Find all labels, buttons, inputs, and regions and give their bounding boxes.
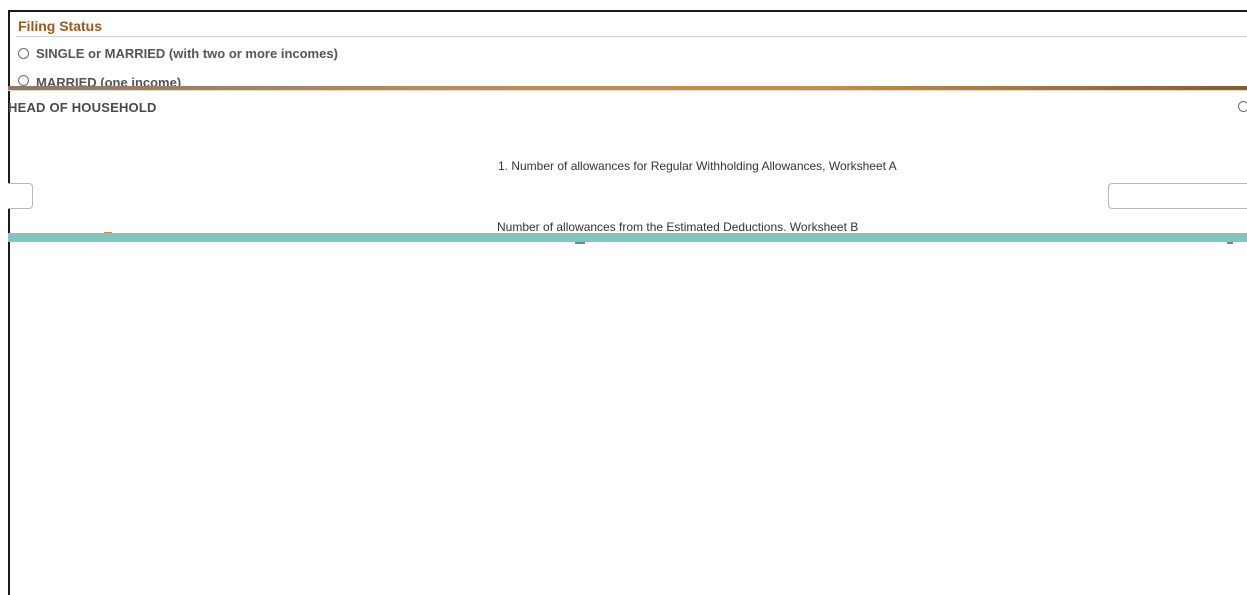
allowances-line-1-label: 1. Number of allowances for Regular With…	[498, 159, 897, 173]
filing-status-title: Filing Status	[18, 18, 102, 34]
allowances-input-left[interactable]	[8, 183, 33, 209]
form-frame	[8, 10, 1247, 595]
allowances-line-2-label: Number of allowances from the Estimated …	[497, 220, 859, 234]
radio-option-single[interactable]: SINGLE or MARRIED (with two or more inco…	[18, 46, 338, 61]
radio-fragment[interactable]	[1236, 100, 1247, 112]
allowances-input-right[interactable]	[1108, 183, 1247, 209]
radio-button-icon[interactable]	[1238, 101, 1247, 112]
radio-button-icon[interactable]	[18, 75, 29, 86]
render-artifact-notch	[1227, 242, 1233, 244]
render-artifact-line	[8, 90, 1247, 91]
render-artifact-notch	[575, 242, 585, 244]
title-divider	[16, 36, 1247, 37]
radio-option-head-of-household[interactable]: HEAD OF HOUSEHOLD	[8, 100, 157, 112]
radio-button-icon[interactable]	[18, 48, 29, 59]
radio-option-label: SINGLE or MARRIED (with two or more inco…	[36, 46, 338, 61]
render-artifact-teal-band	[8, 233, 1247, 242]
